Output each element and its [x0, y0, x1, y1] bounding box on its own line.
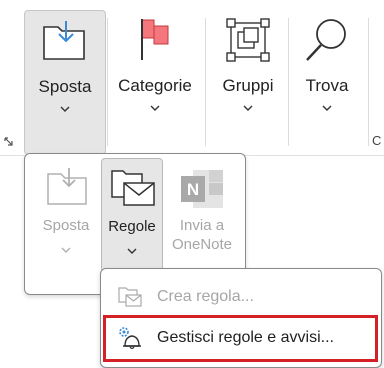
search-icon: [306, 19, 346, 61]
find-button[interactable]: Trova: [294, 10, 360, 153]
separator: [288, 18, 289, 146]
separator: [205, 18, 206, 146]
onenote-label: Invia a OneNote: [165, 216, 239, 254]
chevron-down-icon: [150, 105, 160, 111]
highlight-box: [103, 315, 378, 362]
svg-text:N: N: [187, 180, 199, 199]
rules-mail-icon: [111, 170, 155, 206]
separator: [107, 18, 108, 146]
group-icon: [226, 18, 270, 62]
dialog-launcher-icon[interactable]: [4, 137, 14, 147]
categories-button[interactable]: Categorie: [112, 10, 198, 153]
separator: [368, 18, 369, 146]
rules-label: Regole: [108, 218, 156, 235]
move-label: Sposta: [38, 77, 92, 96]
categories-label: Categorie: [118, 76, 192, 95]
onenote-label-line2: OneNote: [171, 236, 233, 253]
popup-move-button[interactable]: Sposta: [33, 158, 99, 270]
chevron-down-icon: [127, 248, 137, 254]
chevron-down-icon: [322, 105, 332, 111]
move-button[interactable]: Sposta: [24, 10, 106, 155]
onenote-label-line1: Invia a: [179, 217, 225, 234]
find-label: Trova: [305, 76, 349, 95]
move-folder-icon: [47, 168, 87, 205]
flag-icon: [141, 19, 169, 60]
groups-button[interactable]: Gruppi: [213, 10, 283, 153]
create-rule-menu-item[interactable]: Crea regola...: [101, 279, 381, 315]
ribbon: Sposta Categorie Gruppi Trova C: [0, 0, 384, 156]
chevron-down-icon: [60, 106, 70, 112]
send-to-onenote-button[interactable]: N Invia a OneNote: [165, 158, 239, 270]
create-rule-icon: [118, 287, 142, 307]
create-rule-label: Crea regola...: [157, 288, 254, 305]
popup-move-label: Sposta: [42, 217, 90, 234]
groups-label: Gruppi: [222, 76, 274, 95]
chevron-down-icon: [61, 247, 71, 253]
move-folder-icon: [43, 21, 85, 60]
truncated-group-label: C: [372, 133, 382, 148]
chevron-down-icon: [243, 105, 253, 111]
rules-button[interactable]: Regole: [101, 158, 163, 272]
onenote-icon: N: [181, 170, 223, 208]
